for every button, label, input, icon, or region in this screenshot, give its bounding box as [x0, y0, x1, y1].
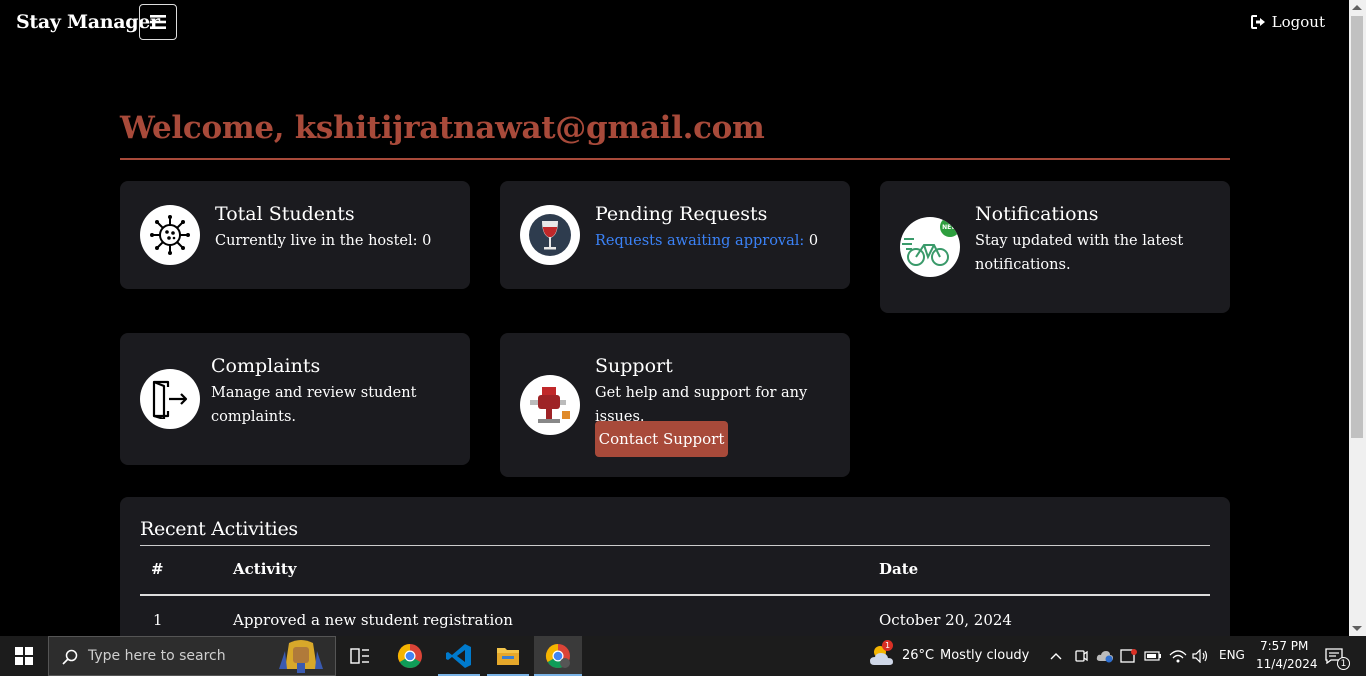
file-explorer-icon[interactable] [492, 640, 524, 672]
task-view-icon[interactable] [344, 640, 376, 672]
total-students-card: Total Students Currently live in the hos… [120, 181, 470, 289]
welcome-divider [120, 158, 1230, 160]
complaints-card: Complaints Manage and review student com… [120, 333, 470, 465]
vscode-icon[interactable] [443, 640, 475, 672]
logout-label: Logout [1271, 13, 1325, 31]
bicycle-new-icon: NEW [900, 217, 960, 277]
clock-time[interactable]: 7:57 PM [1260, 639, 1308, 653]
scroll-down-arrow-icon[interactable] [1352, 626, 1362, 631]
windows-start-icon[interactable] [8, 640, 40, 672]
language-indicator[interactable]: ENG [1219, 648, 1245, 662]
activities-divider [140, 545, 1210, 546]
complaints-text-line1: Manage and review student [211, 385, 417, 401]
search-icon [62, 649, 78, 665]
new-badge: NEW [940, 217, 960, 237]
taskbar-search-box[interactable]: Type here to search [48, 636, 336, 676]
weather-description[interactable]: Mostly cloudy [940, 648, 1029, 663]
table-header-rule [140, 594, 1210, 596]
scrollbar-thumb[interactable] [1351, 16, 1363, 438]
pending-requests-card: Pending Requests Requests awaiting appro… [500, 181, 850, 289]
row-date: October 20, 2024 [879, 611, 1012, 629]
complaints-title: Complaints [211, 355, 321, 377]
scroll-up-arrow-icon[interactable] [1352, 5, 1362, 10]
weather-badge: 1 [882, 640, 893, 651]
row-number: 1 [153, 611, 163, 629]
total-students-title: Total Students [215, 203, 355, 225]
volume-icon[interactable] [1184, 640, 1216, 672]
hamburger-menu-button[interactable] [139, 4, 177, 40]
search-placeholder: Type here to search [88, 648, 226, 664]
support-card: Support Get help and support for any iss… [500, 333, 850, 477]
total-students-label: Currently live in the hostel: [215, 233, 418, 249]
notification-count-badge: 1 [1337, 657, 1350, 670]
pending-requests-value: 0 [808, 233, 819, 249]
notifications-card: NEW Notifications Stay updated with the … [880, 181, 1230, 313]
windows-taskbar: Type here to search 1 26°C Mostly cloudy… [0, 636, 1366, 676]
pending-requests-link[interactable]: Requests awaiting approval: [595, 233, 804, 249]
table-header-number: # [151, 560, 164, 578]
weather-cloudy-icon[interactable]: 1 [866, 640, 898, 672]
total-students-text: Currently live in the hostel: 0 [215, 229, 431, 253]
meat-grinder-icon [520, 375, 580, 435]
logout-link[interactable]: Logout [1250, 13, 1325, 31]
hamburger-icon [150, 15, 166, 29]
row-activity: Approved a new student registration [233, 611, 513, 629]
contact-support-button[interactable]: Contact Support [595, 421, 728, 457]
action-center-notification-icon[interactable]: 1 [1318, 640, 1350, 672]
support-title: Support [595, 355, 673, 377]
page-scrollbar[interactable] [1349, 0, 1366, 636]
notifications-text-line2: notifications. [975, 257, 1071, 273]
chrome-icon[interactable] [394, 640, 426, 672]
recent-activities-title: Recent Activities [140, 518, 298, 540]
virus-icon [140, 205, 200, 265]
notifications-title: Notifications [975, 203, 1099, 225]
wine-glass-icon [520, 205, 580, 265]
total-students-value: 0 [422, 233, 432, 249]
sign-out-icon [1250, 15, 1265, 29]
chrome-profile-window-button[interactable] [534, 636, 582, 676]
table-header-activity: Activity [233, 560, 297, 578]
table-header-date: Date [879, 560, 919, 578]
recent-activities-panel: Recent Activities # Activity Date 1 Appr… [120, 497, 1230, 657]
clock-date[interactable]: 11/4/2024 [1256, 657, 1318, 671]
notifications-text-line1: Stay updated with the latest [975, 233, 1184, 249]
pending-requests-title: Pending Requests [595, 203, 768, 225]
pharaoh-search-highlight-icon [279, 640, 323, 673]
complaints-text: Manage and review student complaints. [211, 381, 416, 429]
welcome-heading: Welcome, kshitijratnawat@gmail.com [120, 110, 765, 146]
notifications-text: Stay updated with the latest notificatio… [975, 229, 1183, 277]
door-exit-icon [140, 369, 200, 429]
chrome-profile-icon [545, 644, 570, 669]
weather-temperature[interactable]: 26°C [902, 648, 934, 663]
pending-requests-text: Requests awaiting approval: 0 [595, 229, 818, 253]
top-navbar: Stay Manager Logout [0, 0, 1349, 46]
complaints-text-line2: complaints. [211, 409, 297, 425]
